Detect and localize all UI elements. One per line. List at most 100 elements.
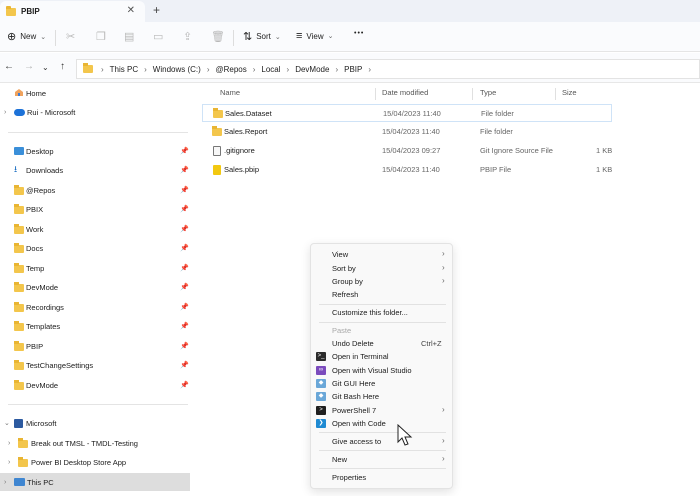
pin-icon[interactable]: 📌 bbox=[180, 264, 189, 272]
sidebar-item-downloads[interactable]: ⭳ Downloads 📌 bbox=[0, 161, 190, 179]
chevron-right-icon[interactable]: › bbox=[8, 459, 10, 466]
sidebar-item-this-pc[interactable]: › This PC bbox=[0, 473, 190, 491]
column-header-type[interactable]: Type bbox=[480, 88, 496, 97]
menu-item-open-with-code[interactable]: ❯ Open with Code bbox=[311, 417, 452, 430]
sidebar-item-pbip[interactable]: PBIP 📌 bbox=[0, 337, 190, 355]
share-button[interactable]: ⇪ bbox=[183, 30, 196, 43]
pin-icon[interactable]: 📌 bbox=[180, 283, 189, 291]
pin-icon[interactable]: 📌 bbox=[180, 147, 189, 155]
view-icon: ≡ bbox=[296, 30, 303, 42]
sidebar-item-power-bi-desktop-store-app[interactable]: › Power BI Desktop Store App bbox=[0, 453, 190, 471]
menu-item-sort-by[interactable]: Sort by › bbox=[311, 262, 452, 275]
breadcrumb-local[interactable]: Local bbox=[261, 65, 280, 74]
column-header-date[interactable]: Date modified bbox=[382, 88, 428, 97]
file-row-gitignore[interactable]: .gitignore 15/04/2023 09:27 Git Ignore S… bbox=[202, 142, 612, 160]
delete-button[interactable]: 🗑 bbox=[211, 30, 229, 43]
file-type: File folder bbox=[480, 127, 513, 136]
pin-icon[interactable]: 📌 bbox=[180, 381, 189, 389]
paste-button[interactable]: ▤ bbox=[124, 30, 138, 43]
column-header-size[interactable]: Size bbox=[562, 88, 577, 97]
sidebar-item-desktop[interactable]: Desktop 📌 bbox=[0, 142, 190, 160]
pin-icon[interactable]: 📌 bbox=[180, 205, 189, 213]
column-header-name[interactable]: Name bbox=[220, 88, 240, 97]
file-row-sales-dataset[interactable]: Sales.Dataset 15/04/2023 11:40 File fold… bbox=[202, 104, 612, 122]
more-options-button[interactable]: ••• bbox=[354, 30, 364, 37]
sidebar-item-devmode[interactable]: DevMode 📌 bbox=[0, 278, 190, 296]
sidebar-item-microsoft[interactable]: ⌄ Microsoft bbox=[0, 414, 190, 432]
sidebar-item-devmode-2[interactable]: DevMode 📌 bbox=[0, 376, 190, 394]
new-button[interactable]: ⊕ New ⌄ bbox=[7, 30, 46, 43]
menu-item-new[interactable]: New › bbox=[311, 453, 452, 466]
forward-button[interactable]: → bbox=[24, 61, 34, 72]
back-button[interactable]: ← bbox=[4, 61, 14, 72]
file-row-sales-report[interactable]: Sales.Report 15/04/2023 11:40 File folde… bbox=[202, 123, 612, 141]
sidebar-item-work[interactable]: Work 📌 bbox=[0, 220, 190, 238]
column-separator[interactable] bbox=[375, 88, 376, 100]
breadcrumb-this-pc[interactable]: This PC bbox=[110, 65, 138, 74]
menu-item-undo-delete[interactable]: Undo Delete Ctrl+Z bbox=[311, 337, 452, 350]
menu-item-label: Git Bash Here bbox=[332, 392, 380, 401]
pin-icon[interactable]: 📌 bbox=[180, 361, 189, 369]
pin-icon[interactable]: 📌 bbox=[180, 342, 189, 350]
sidebar-item-repos[interactable]: @Repos 📌 bbox=[0, 181, 190, 199]
sort-button[interactable]: ⇅ Sort ⌄ bbox=[243, 30, 281, 43]
up-button[interactable]: ↑ bbox=[60, 61, 65, 72]
chevron-down-icon[interactable]: ⌄ bbox=[4, 419, 10, 427]
menu-item-powershell[interactable]: > PowerShell 7 › bbox=[311, 404, 452, 417]
sidebar-item-break-out-tmsl[interactable]: › Break out TMSL - TMDL-Testing bbox=[0, 434, 190, 452]
recent-locations-button[interactable]: ⌄ bbox=[42, 63, 49, 72]
menu-item-label: Give access to bbox=[332, 437, 382, 446]
plus-circle-icon: ⊕ bbox=[7, 31, 17, 43]
sidebar-item-rui-microsoft[interactable]: › Rui - Microsoft bbox=[0, 103, 190, 121]
breadcrumb-pbip[interactable]: PBIP bbox=[344, 65, 362, 74]
pin-icon[interactable]: 📌 bbox=[180, 186, 189, 194]
menu-item-refresh[interactable]: Refresh bbox=[311, 288, 452, 301]
pin-icon[interactable]: 📌 bbox=[180, 166, 189, 174]
chevron-right-icon[interactable]: › bbox=[4, 109, 6, 116]
chevron-right-icon[interactable]: › bbox=[8, 440, 10, 447]
column-separator[interactable] bbox=[472, 88, 473, 100]
sidebar-item-testchangesettings[interactable]: TestChangeSettings 📌 bbox=[0, 356, 190, 374]
menu-item-open-in-terminal[interactable]: >_ Open in Terminal bbox=[311, 350, 452, 363]
pin-icon[interactable]: 📌 bbox=[180, 303, 189, 311]
menu-item-label: Refresh bbox=[332, 290, 359, 299]
menu-item-view[interactable]: View › bbox=[311, 248, 452, 261]
separator bbox=[233, 30, 234, 46]
menu-item-git-gui[interactable]: ◆ Git GUI Here bbox=[311, 377, 452, 390]
chevron-right-icon[interactable]: › bbox=[4, 479, 6, 486]
view-button[interactable]: ≡ View ⌄ bbox=[296, 30, 334, 42]
menu-item-customize-folder[interactable]: Customize this folder... bbox=[311, 306, 452, 319]
sidebar-item-home[interactable]: Home bbox=[0, 84, 190, 102]
breadcrumb-windows-c[interactable]: Windows (C:) bbox=[153, 65, 201, 74]
address-bar[interactable]: › This PC › Windows (C:) › @Repos › Loca… bbox=[76, 59, 700, 79]
menu-item-properties[interactable]: Properties bbox=[311, 471, 452, 484]
chevron-right-icon: › bbox=[101, 64, 104, 74]
copy-button[interactable]: ❐ bbox=[96, 30, 110, 43]
pin-icon[interactable]: 📌 bbox=[180, 225, 189, 233]
menu-item-paste[interactable]: Paste bbox=[311, 324, 452, 337]
sidebar-item-label: DevMode bbox=[26, 282, 59, 292]
sidebar-item-templates[interactable]: Templates 📌 bbox=[0, 317, 190, 335]
rename-button[interactable]: ▭ bbox=[153, 30, 167, 43]
new-tab-button[interactable]: + bbox=[153, 3, 160, 17]
sidebar-item-pbix[interactable]: PBIX 📌 bbox=[0, 200, 190, 218]
menu-item-group-by[interactable]: Group by › bbox=[311, 275, 452, 288]
cut-button[interactable]: ✂ bbox=[66, 30, 79, 43]
sidebar-item-recordings[interactable]: Recordings 📌 bbox=[0, 298, 190, 316]
breadcrumb-repos[interactable]: @Repos bbox=[215, 65, 246, 74]
menu-item-git-bash[interactable]: ◆ Git Bash Here bbox=[311, 390, 452, 403]
sidebar-item-label: Templates bbox=[26, 321, 61, 331]
pin-icon[interactable]: 📌 bbox=[180, 322, 189, 330]
menu-item-give-access[interactable]: Give access to › bbox=[311, 435, 452, 448]
menu-item-open-visual-studio[interactable]: ∞ Open with Visual Studio bbox=[311, 364, 452, 377]
pin-icon[interactable]: 📌 bbox=[180, 244, 189, 252]
sidebar-item-docs[interactable]: Docs 📌 bbox=[0, 239, 190, 257]
column-separator[interactable] bbox=[555, 88, 556, 100]
tab-pbip[interactable]: PBIP ✕ bbox=[0, 1, 145, 22]
menu-item-label: PowerShell 7 bbox=[332, 406, 377, 415]
close-tab-icon[interactable]: ✕ bbox=[127, 5, 135, 16]
file-row-sales-pbip[interactable]: Sales.pbip 15/04/2023 11:40 PBIP File 1 … bbox=[202, 161, 612, 179]
breadcrumb-devmode[interactable]: DevMode bbox=[295, 65, 329, 74]
menu-item-label: Git GUI Here bbox=[332, 379, 376, 388]
sidebar-item-temp[interactable]: Temp 📌 bbox=[0, 259, 190, 277]
